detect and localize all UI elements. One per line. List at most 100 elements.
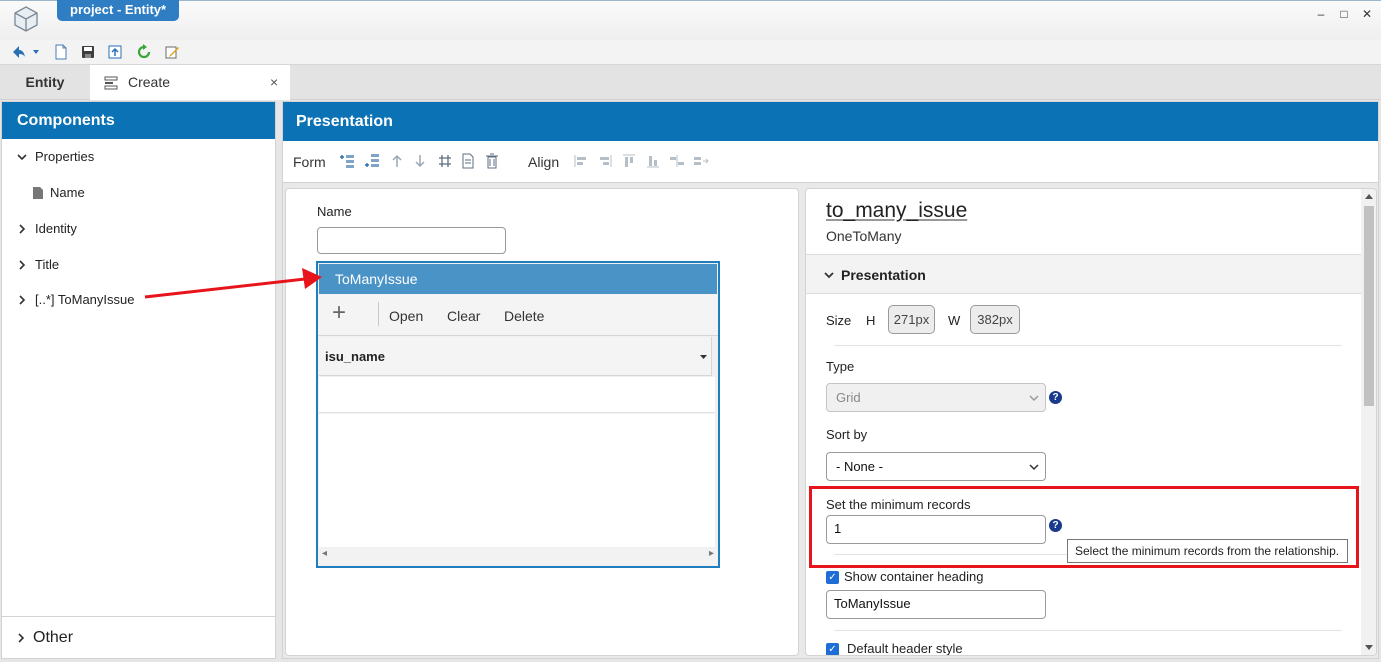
column-menu-icon[interactable]: [699, 352, 708, 361]
width-label: W: [948, 313, 961, 328]
distribute-horizontal-icon[interactable]: [669, 153, 685, 169]
document-icon[interactable]: [460, 153, 476, 169]
name-field-label: Name: [317, 204, 352, 219]
add-row-above-icon[interactable]: [339, 153, 355, 169]
height-value[interactable]: 271px: [888, 305, 935, 334]
component-name: to_many_issue: [826, 199, 968, 222]
width-value[interactable]: 382px: [970, 305, 1020, 334]
scrollbar-thumb[interactable]: [1364, 206, 1374, 406]
help-icon[interactable]: ?: [1049, 391, 1062, 404]
help-tooltip: Select the minimum records from the rela…: [1067, 539, 1348, 563]
back-icon[interactable]: [10, 44, 26, 60]
dropdown-chevron-icon[interactable]: [31, 44, 41, 60]
refresh-icon[interactable]: [136, 44, 152, 60]
components-panel: Components Properties Name Identity Titl…: [1, 101, 276, 659]
properties-pane: to_many_issue OneToMany Presentation Siz…: [805, 188, 1377, 656]
distribute-vertical-icon[interactable]: [693, 153, 709, 169]
field-icon: [33, 187, 43, 199]
presentation-heading: Presentation: [283, 102, 1378, 141]
grid-open-button[interactable]: Open: [389, 308, 423, 324]
export-icon[interactable]: [107, 44, 123, 60]
chevron-down-icon: [17, 154, 27, 161]
sortby-label: Sort by: [826, 427, 868, 442]
divider: [834, 630, 1342, 631]
align-left-icon[interactable]: [573, 153, 589, 169]
show-heading-label: Show container heading: [844, 569, 984, 584]
show-heading-checkbox[interactable]: ✓: [826, 571, 839, 584]
name-field-input[interactable]: [317, 227, 506, 254]
grid-title: ToManyIssue: [319, 264, 717, 294]
chevron-right-icon: [18, 633, 25, 643]
type-select: Grid: [826, 383, 1046, 412]
size-label: Size: [826, 313, 852, 328]
move-down-icon[interactable]: [412, 153, 428, 169]
grid-horizontal-scrollbar[interactable]: ◂ ▸: [319, 548, 717, 565]
grid-icon[interactable]: [437, 153, 453, 169]
scroll-left-arrow[interactable]: ◂: [322, 548, 327, 559]
properties-scrollbar[interactable]: [1361, 189, 1376, 655]
other-label: Other: [33, 629, 74, 646]
window-titlebar: [0, 0, 1381, 40]
height-label: H: [866, 313, 876, 328]
chevron-right-icon: [19, 295, 26, 305]
type-select-value: Grid: [836, 390, 861, 405]
grid-body: [319, 414, 715, 547]
presentation-panel: Presentation Form Align Name ToManyIssue…: [282, 101, 1379, 659]
tab-close-button[interactable]: ×: [270, 65, 278, 100]
tree-item-label: [..*] ToManyIssue: [35, 292, 135, 307]
app-cube-icon: [14, 6, 38, 32]
app-toolbar: [0, 40, 1381, 65]
default-header-checkbox[interactable]: ✓: [826, 643, 839, 655]
sortby-select[interactable]: - None -: [826, 452, 1046, 481]
presentation-section-header[interactable]: Presentation: [806, 254, 1361, 294]
divider: [834, 345, 1342, 346]
form-list-icon: [104, 76, 118, 90]
chevron-down-icon: [1029, 464, 1039, 471]
heading-text-input[interactable]: ToManyIssue: [826, 590, 1046, 619]
minimize-button[interactable]: –: [1314, 7, 1328, 21]
chevron-right-icon: [19, 260, 26, 270]
tab-entity[interactable]: Entity: [0, 65, 90, 100]
tab-create-label: Create: [128, 74, 171, 90]
tree-item-label: Name: [50, 185, 85, 200]
tab-create[interactable]: Create: [90, 65, 290, 100]
align-right-icon[interactable]: [597, 153, 613, 169]
tree-item-label: Title: [35, 257, 60, 272]
chevron-down-icon: [1029, 395, 1039, 402]
delete-icon[interactable]: [484, 153, 500, 169]
edit-icon[interactable]: [164, 44, 180, 60]
chevron-right-icon: [19, 224, 26, 234]
section-title: Presentation: [841, 267, 926, 283]
scroll-up-arrow[interactable]: [1365, 193, 1373, 199]
grid-column-header[interactable]: isu_name: [319, 337, 712, 376]
close-window-button[interactable]: ✕: [1360, 7, 1374, 21]
align-toolbar-label: Align: [528, 154, 560, 170]
default-header-label: Default header style: [847, 641, 963, 656]
add-row-below-icon[interactable]: [364, 153, 380, 169]
grid-action-divider: [378, 302, 379, 326]
grid-clear-button[interactable]: Clear: [447, 308, 480, 324]
tree-item-label: Properties: [35, 149, 95, 164]
type-label: Type: [826, 359, 855, 374]
align-bottom-icon[interactable]: [645, 153, 661, 169]
scroll-down-arrow[interactable]: [1365, 645, 1373, 651]
window-title: project - Entity*: [57, 0, 180, 21]
align-top-icon[interactable]: [621, 153, 637, 169]
chevron-down-icon: [824, 272, 834, 279]
grid-delete-button[interactable]: Delete: [504, 308, 544, 324]
new-file-icon[interactable]: [53, 44, 69, 60]
sortby-select-value: - None -: [836, 459, 883, 474]
grid-actions: + Open Clear Delete: [318, 295, 718, 336]
presentation-toolbar: Form Align: [283, 141, 1378, 183]
form-toolbar-label: Form: [293, 154, 326, 170]
other-section-toggle[interactable]: Other: [2, 616, 275, 658]
tree-item-label: Identity: [35, 221, 77, 236]
grid-empty-row: [319, 377, 715, 413]
scroll-right-arrow[interactable]: ▸: [709, 548, 714, 559]
move-up-icon[interactable]: [389, 153, 405, 169]
grid-add-button[interactable]: +: [332, 301, 346, 325]
maximize-button[interactable]: □: [1337, 7, 1351, 21]
save-icon[interactable]: [80, 44, 96, 60]
component-kind: OneToMany: [826, 228, 902, 244]
tomanyissue-grid[interactable]: ToManyIssue + Open Clear Delete isu_name…: [316, 261, 720, 568]
